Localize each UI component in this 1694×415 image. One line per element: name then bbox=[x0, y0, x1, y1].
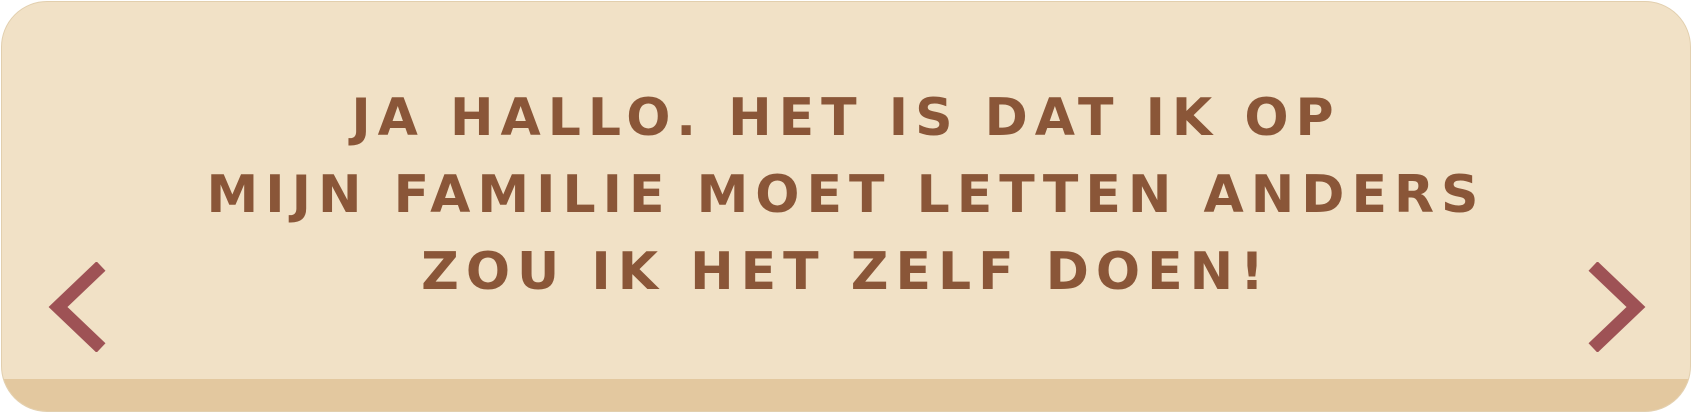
previous-button[interactable] bbox=[48, 262, 110, 352]
quote-line-3: ZOU IK HET ZELF DOEN! bbox=[421, 242, 1271, 302]
quote-line-2: MIJN FAMILIE MOET LETTEN ANDERS bbox=[206, 165, 1486, 225]
quote-text: JA HALLO. HET IS DAT IK OP MIJN FAMILIE … bbox=[152, 80, 1540, 311]
card-bottom-band bbox=[2, 379, 1690, 411]
quote-card: JA HALLO. HET IS DAT IK OP MIJN FAMILIE … bbox=[1, 1, 1691, 412]
quote-line-1: JA HALLO. HET IS DAT IK OP bbox=[351, 88, 1341, 148]
chevron-left-icon bbox=[48, 262, 106, 352]
next-button[interactable] bbox=[1584, 262, 1646, 352]
chevron-right-icon bbox=[1588, 262, 1646, 352]
